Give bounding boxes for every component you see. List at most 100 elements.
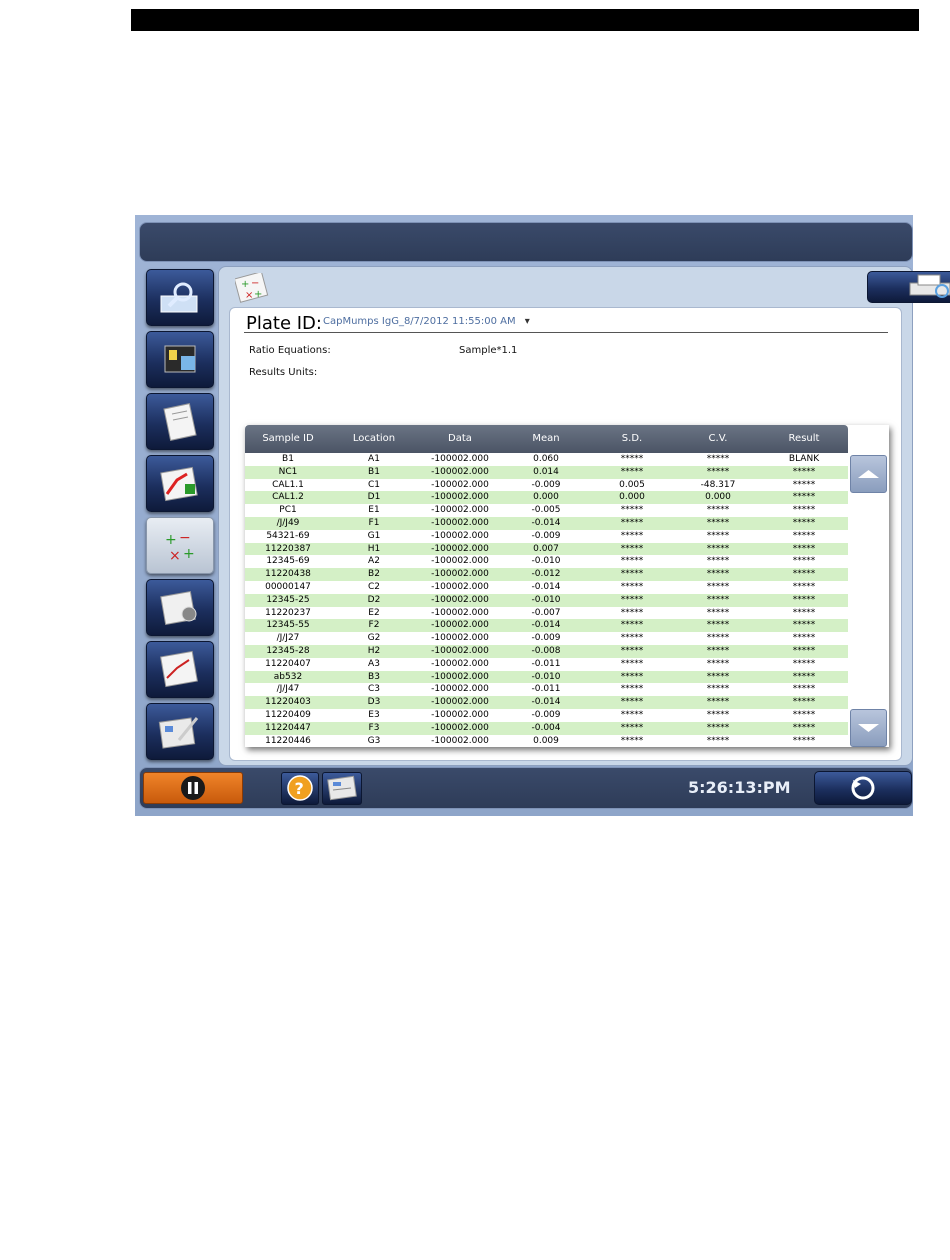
cell-data: -100002.000 <box>431 517 489 528</box>
table-row[interactable]: 12345-28 H2 -100002.000 -0.008 ***** ***** ***… <box>245 644 848 658</box>
notes-button[interactable] <box>322 772 362 805</box>
cell-mean: -0.014 <box>531 517 561 528</box>
table-row[interactable]: 11220237 E2 -100002.000 -0.007 ***** ***** ***… <box>245 607 848 620</box>
cell-sd: ***** <box>620 671 644 682</box>
table-row[interactable]: 11220446 G3 -100002.000 0.009 ***** ***** ****… <box>245 735 848 747</box>
cell-result: ***** <box>792 517 816 528</box>
cell-mean: -0.014 <box>531 697 561 708</box>
column-header-result[interactable]: Result <box>761 433 847 444</box>
table-row[interactable]: 11220403 D3 -100002.000 -0.014 ***** ***** ***… <box>245 696 848 709</box>
table-scrollbar[interactable] <box>848 453 889 747</box>
plate-id-dropdown[interactable]: CapMumps IgG_8/7/2012 11:55:00 AM ▾ <box>323 316 530 327</box>
cell-mean: -0.008 <box>531 645 561 656</box>
cell-data: -100002.000 <box>431 620 489 631</box>
table-row[interactable]: /J/J47 C3 -100002.000 -0.011 ***** ***** ***** <box>245 683 848 696</box>
svg-text:+: + <box>254 289 262 300</box>
cell-location: D2 <box>367 594 381 605</box>
cell-sample-id: /J/J47 <box>276 684 300 695</box>
table-row[interactable]: 11220447 F3 -100002.000 -0.004 ***** ***** ***… <box>245 721 848 735</box>
cell-location: H2 <box>367 645 381 656</box>
cell-location: D1 <box>367 492 381 503</box>
scroll-up-button[interactable] <box>850 455 887 493</box>
table-row[interactable]: 11220387 H1 -100002.000 0.007 ***** ***** ****… <box>245 542 848 556</box>
curve-edit-icon <box>160 466 198 502</box>
column-header-data[interactable]: Data <box>417 433 503 444</box>
ratio-equations-label: Ratio Equations: <box>249 345 331 356</box>
help-button[interactable]: ? <box>281 772 319 805</box>
print-button[interactable] <box>867 271 950 303</box>
cell-data: -100002.000 <box>431 645 489 656</box>
sidebar-button-protocol[interactable] <box>146 393 214 450</box>
table-row[interactable]: 11220438 B2 -100002.000 -0.012 ***** ***** ***… <box>245 568 848 581</box>
table-row[interactable]: 12345-25 D2 -100002.000 -0.010 ***** ***** ***… <box>245 593 848 607</box>
cell-result: ***** <box>792 569 816 580</box>
results-units-label: Results Units: <box>249 367 318 378</box>
cell-location: G3 <box>367 735 381 746</box>
cell-location: F3 <box>368 722 380 733</box>
table-row[interactable]: /J/J49 F1 -100002.000 -0.014 ***** ***** ***** <box>245 516 848 530</box>
table-row[interactable]: CAL1.2 D1 -100002.000 0.000 0.000 0.000 ***** <box>245 491 848 505</box>
cell-data: -100002.000 <box>431 658 489 669</box>
back-button[interactable] <box>814 771 912 805</box>
column-header-mean[interactable]: Mean <box>503 433 589 444</box>
cell-result: ***** <box>792 697 816 708</box>
column-header-sd[interactable]: S.D. <box>589 433 675 444</box>
column-header-sample-id[interactable]: Sample ID <box>245 433 331 444</box>
cell-sample-id: 11220387 <box>265 543 311 554</box>
cell-result: ***** <box>792 505 816 516</box>
chevron-down-icon <box>858 724 879 732</box>
cell-sd: ***** <box>620 505 644 516</box>
clock: 5:26:13:PM <box>688 778 791 797</box>
column-header-cv[interactable]: C.V. <box>675 433 761 444</box>
sidebar: + − × + <box>135 263 219 763</box>
table-row[interactable]: 00000147 C2 -100002.000 -0.014 ***** ***** ***… <box>245 581 848 594</box>
cell-sample-id: 11220237 <box>265 607 311 618</box>
cell-data: -100002.000 <box>431 607 489 618</box>
cell-location: A1 <box>368 454 380 464</box>
table-row[interactable]: PC1 E1 -100002.000 -0.005 ***** ***** ***** <box>245 504 848 517</box>
table-row[interactable]: CAL1.1 C1 -100002.000 -0.009 0.005 -48.317 ***… <box>245 479 848 492</box>
cell-sd: ***** <box>620 620 644 631</box>
table-row[interactable]: /J/J27 G2 -100002.000 -0.009 ***** ***** ***** <box>245 632 848 645</box>
cell-sd: ***** <box>620 607 644 618</box>
cell-cv: -48.317 <box>700 479 736 490</box>
table-row[interactable]: 11220407 A3 -100002.000 -0.011 ***** ***** ***… <box>245 658 848 671</box>
cell-mean: -0.009 <box>531 633 561 644</box>
table-row[interactable]: 12345-69 A2 -100002.000 -0.010 ***** ***** ***… <box>245 555 848 568</box>
table-row[interactable]: 54321-69 G1 -100002.000 -0.009 ***** ***** ***… <box>245 530 848 543</box>
sidebar-button-calculation[interactable]: + − × + <box>146 517 214 574</box>
table-row[interactable]: 11220409 E3 -100002.000 -0.009 ***** ***** ***… <box>245 709 848 722</box>
cell-cv: ***** <box>706 684 730 695</box>
cell-sd: 0.005 <box>619 479 645 490</box>
cell-sample-id: 11220446 <box>265 735 311 746</box>
cell-sd: ***** <box>620 735 644 746</box>
sidebar-button-settings[interactable] <box>146 579 214 636</box>
cell-cv: ***** <box>706 581 730 592</box>
cell-location: H1 <box>367 543 381 554</box>
cell-location: E3 <box>368 709 380 720</box>
sidebar-button-report[interactable] <box>146 703 214 760</box>
cell-data: -100002.000 <box>431 543 489 554</box>
back-arrow-icon <box>851 776 875 800</box>
table-row[interactable]: NC1 B1 -100002.000 0.014 ***** ***** ***** <box>245 465 848 479</box>
table-row[interactable]: ab532 B3 -100002.000 -0.010 ***** ***** ***** <box>245 670 848 684</box>
sidebar-button-curve-edit[interactable] <box>146 455 214 512</box>
app-footer: ? 5:26:13:PM <box>139 767 913 809</box>
sidebar-button-graph[interactable] <box>146 641 214 698</box>
svg-text:+: + <box>165 532 177 548</box>
cell-data: -100002.000 <box>431 466 489 477</box>
cell-cv: ***** <box>706 607 730 618</box>
cell-location: A2 <box>368 556 380 567</box>
scroll-down-button[interactable] <box>850 709 887 747</box>
pause-button[interactable] <box>143 772 243 804</box>
cell-mean: 0.060 <box>533 454 559 464</box>
cell-result: ***** <box>792 607 816 618</box>
table-row[interactable]: 12345-55 F2 -100002.000 -0.014 ***** ***** ***… <box>245 619 848 633</box>
cell-sample-id: CAL1.1 <box>272 479 304 490</box>
sidebar-button-instrument[interactable] <box>146 331 214 388</box>
column-header-location[interactable]: Location <box>331 433 417 444</box>
printer-icon <box>909 274 950 298</box>
sidebar-button-plate-view[interactable] <box>146 269 214 326</box>
pause-icon <box>181 776 205 800</box>
table-row[interactable]: B1 A1 -100002.000 0.060 ***** ***** BLANK <box>245 453 848 466</box>
